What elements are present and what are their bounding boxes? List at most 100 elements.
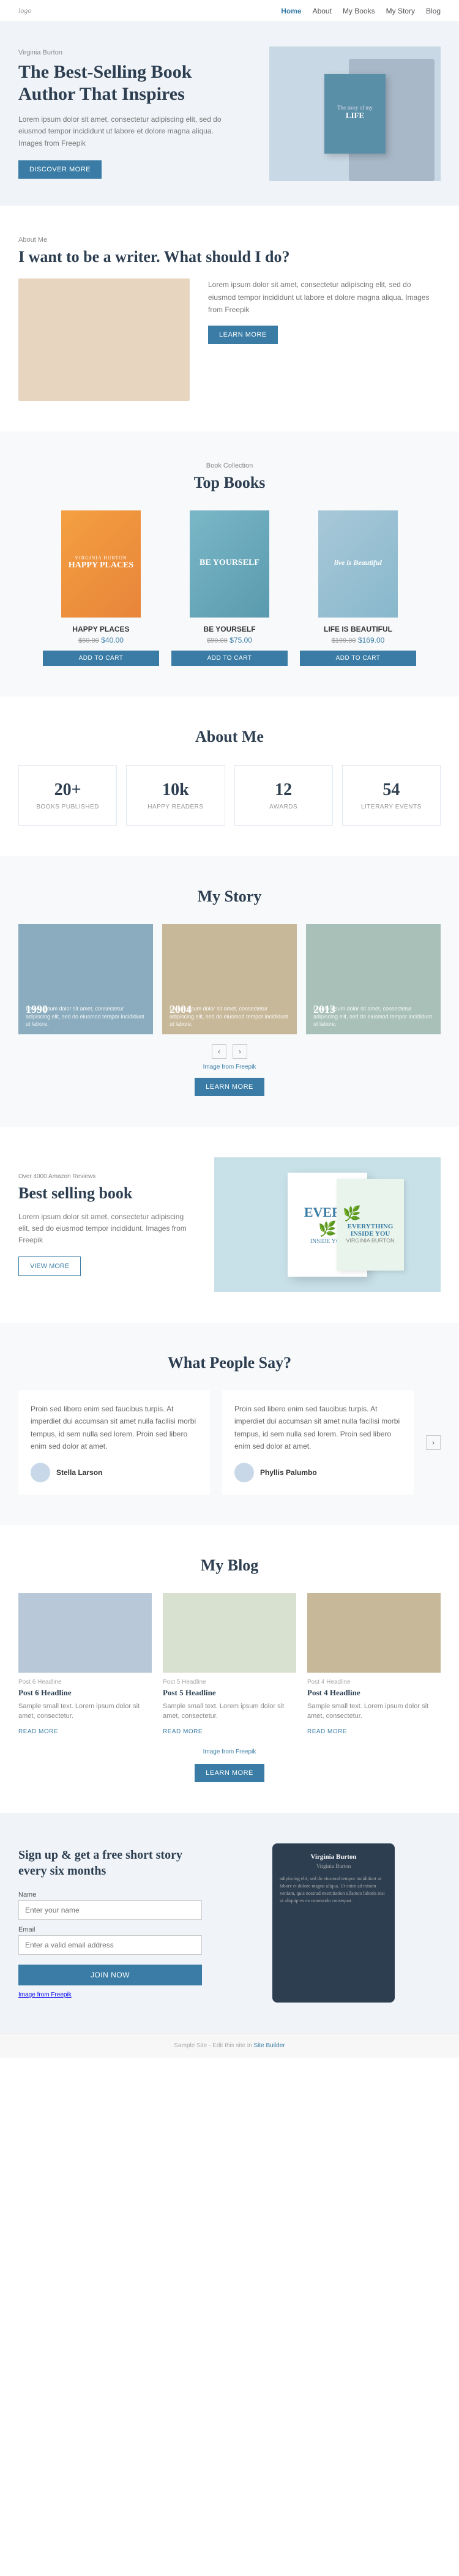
blog-section: My Blog Post 6 Headline Post 6 Headline … [0, 1525, 459, 1813]
email-form-group: Email [18, 1926, 202, 1955]
hero-label: Virginia Burton [18, 49, 239, 56]
testimonial-1: Proin sed libero enim sed faucibus turpi… [18, 1391, 210, 1495]
stat-readers-label: HAPPY READERS [139, 804, 212, 810]
story-next-button[interactable]: › [233, 1044, 247, 1059]
nav-my-story[interactable]: My Story [386, 7, 415, 15]
blog-read-more-3[interactable]: READ MORE [307, 1728, 347, 1735]
story-prev-button[interactable]: ‹ [212, 1044, 226, 1059]
newsletter-title: Sign up & get a free short story every s… [18, 1847, 202, 1879]
email-label: Email [18, 1926, 202, 1933]
book-name-3: LIFE IS BEAUTIFUL [300, 625, 416, 633]
bestseller-description: Lorem ipsum dolor sit amet, consectetur … [18, 1211, 190, 1247]
testimonials-next-button[interactable]: › [426, 1435, 441, 1450]
hero-text: Virginia Burton The Best-Selling Book Au… [18, 49, 239, 179]
stats-grid: 20+ BOOKS PUBLISHED 10k HAPPY READERS 12… [18, 765, 441, 826]
stat-books-number: 20+ [31, 780, 104, 800]
name-form-group: Name [18, 1891, 202, 1920]
book-name-1: HAPPY PLACES [43, 625, 159, 633]
bestseller-book-back: 🌿 EVERYTHING INSIDE YOU VIRGINIA BURTON [337, 1179, 404, 1271]
stat-books: 20+ BOOKS PUBLISHED [18, 765, 117, 826]
blog-headline-2: Post 5 Headline [163, 1688, 296, 1698]
hero-section: Virginia Burton The Best-Selling Book Au… [0, 22, 459, 206]
story-navigation: ‹ › [18, 1044, 441, 1059]
book-collection-label: Book Collection [18, 462, 441, 469]
book-cover-3: live is Beautiful [318, 510, 398, 618]
about-label: About Me [18, 236, 441, 244]
blog-learn-more-button[interactable]: LEARN MORE [195, 1764, 264, 1782]
blog-excerpt-2: Sample small text. Lorem ipsum dolor sit… [163, 1701, 296, 1722]
stat-readers: 10k HAPPY READERS [126, 765, 225, 826]
bestseller-text: Over 4000 Amazon Reviews Best selling bo… [18, 1173, 190, 1276]
nav-home[interactable]: Home [281, 7, 301, 15]
stat-events-label: LITERARY EVENTS [355, 804, 428, 810]
blog-headline-3: Post 4 Headline [307, 1688, 441, 1698]
blog-headline-1: Post 6 Headline [18, 1688, 152, 1698]
book-title-cover-3: live is Beautiful [334, 558, 382, 567]
testimonial-2: Proin sed libero enim sed faucibus turpi… [222, 1391, 414, 1495]
story-image-credit-link[interactable]: Image from Freepik [203, 1064, 256, 1070]
email-input[interactable] [18, 1935, 202, 1955]
stat-books-label: BOOKS PUBLISHED [31, 804, 104, 810]
story-section: My Story 1990 Lorem ipsum dolor sit amet… [0, 856, 459, 1127]
book-title-cover-1: HAPPY PLACES [69, 561, 133, 570]
blog-image-1 [18, 1593, 152, 1673]
add-to-cart-3[interactable]: ADD TO CART [300, 651, 416, 666]
stat-events-number: 54 [355, 780, 428, 800]
device-text: adipiscing elit, sed do eiusmod tempor i… [280, 1875, 387, 1905]
blog-post-label-1: Post 6 Headline [18, 1679, 152, 1686]
device-title: Virginia Burton [310, 1853, 356, 1861]
book-cover-2: BE YOURSELF [190, 510, 269, 618]
join-now-button[interactable]: JOIN NOW [18, 1965, 202, 1985]
bestseller-view-more-button[interactable]: VIEW MORE [18, 1256, 81, 1276]
book-card-2: BE YOURSELF BE YOURSELF $90.00 $75.00 AD… [171, 510, 288, 666]
story-card-2013: 2013 Lorem ipsum dolor sit amet, consect… [306, 924, 441, 1034]
nav-my-books[interactable]: My Books [343, 7, 375, 15]
footer: Sample Site - Edit this site in Site Bui… [0, 2033, 459, 2058]
newsletter-image-credit-link[interactable]: Image from Freepik [18, 1992, 72, 1998]
blog-image-credit: Image from Freepik [18, 1749, 441, 1755]
about-grid: Lorem ipsum dolor sit amet, consectetur … [18, 278, 441, 401]
testimonials-grid: Proin sed libero enim sed faucibus turpi… [18, 1391, 441, 1495]
testimonial-name-2: Phyllis Palumbo [260, 1468, 317, 1477]
story-btn-container: LEARN MORE [18, 1078, 441, 1096]
stats-section: About Me 20+ BOOKS PUBLISHED 10k HAPPY R… [0, 696, 459, 856]
testimonials-title: What People Say? [18, 1353, 441, 1372]
testimonial-author-1: Stella Larson [31, 1463, 198, 1482]
logo: logo [18, 6, 31, 15]
bestseller-review-label: Over 4000 Amazon Reviews [18, 1173, 190, 1180]
testimonials-section: What People Say? Proin sed libero enim s… [0, 1323, 459, 1525]
testimonial-avatar-1 [31, 1463, 50, 1482]
book-name-2: BE YOURSELF [171, 625, 288, 633]
name-input[interactable] [18, 1900, 202, 1920]
hero-discover-button[interactable]: DISCOVER MORE [18, 160, 102, 179]
book-card-1: VIRGINIA BURTON HAPPY PLACES HAPPY PLACE… [43, 510, 159, 666]
blog-post-label-2: Post 5 Headline [163, 1679, 296, 1686]
navigation: logo Home About My Books My Story Blog [0, 0, 459, 22]
blog-read-more-1[interactable]: READ MORE [18, 1728, 58, 1735]
about-learn-more-button[interactable]: LEARN MORE [208, 326, 278, 344]
newsletter-device: Virginia Burton Virginia Burton adipisci… [272, 1843, 395, 2003]
book-new-price-1: $40.00 [101, 636, 124, 644]
blog-image-credit-link[interactable]: Image from Freepik [203, 1749, 256, 1755]
story-learn-more-button[interactable]: LEARN MORE [195, 1078, 264, 1096]
hero-description: Lorem ipsum dolor sit amet, consectetur … [18, 114, 239, 149]
nav-blog[interactable]: Blog [426, 7, 441, 15]
stat-awards-number: 12 [247, 780, 320, 800]
book-author-cover: VIRGINIA BURTON [69, 555, 133, 561]
add-to-cart-2[interactable]: ADD TO CART [171, 651, 288, 666]
footer-link[interactable]: Site Builder [253, 2042, 285, 2049]
blog-image-2 [163, 1593, 296, 1673]
nav-about[interactable]: About [313, 7, 332, 15]
stat-awards: 12 AWARDS [234, 765, 333, 826]
add-to-cart-1[interactable]: ADD TO CART [43, 651, 159, 666]
book-cover-1: VIRGINIA BURTON HAPPY PLACES [61, 510, 141, 618]
blog-post-label-3: Post 4 Headline [307, 1679, 441, 1686]
hero-title: The Best-Selling Book Author That Inspir… [18, 61, 239, 105]
blog-read-more-2[interactable]: READ MORE [163, 1728, 203, 1735]
story-card-2004: 2004 Lorem ipsum dolor sit amet, consect… [162, 924, 297, 1034]
story-desc-3: Lorem ipsum dolor sit amet, consectetur … [313, 1005, 433, 1028]
newsletter-image-credit: Image from Freepik [18, 1992, 202, 1998]
book-collection-section: Book Collection Top Books VIRGINIA BURTO… [0, 431, 459, 696]
bestseller-books-image: 🌿 EVERYTHING INSIDE YOU VIRGINIA BURTON … [214, 1157, 441, 1292]
story-desc-1: Lorem ipsum dolor sit amet, consectetur … [26, 1005, 146, 1028]
